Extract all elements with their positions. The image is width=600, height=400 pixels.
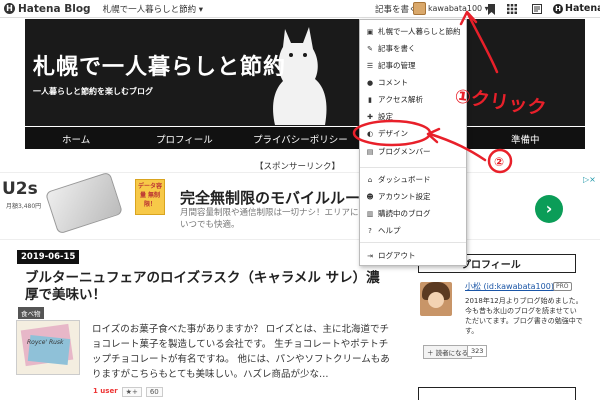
logout-icon: ⇥ — [367, 251, 373, 260]
nav-item-profile[interactable]: プロフィール — [156, 132, 213, 146]
pro-badge: PRO — [553, 282, 572, 291]
menu-item-logout[interactable]: ⇥ ログアウト — [360, 248, 466, 263]
ad-brand: U2s — [2, 179, 38, 199]
menu-label: ブログメンバー — [378, 147, 431, 156]
profile-name-link[interactable]: 小松 (id:kawabata100) — [465, 281, 554, 292]
nav-item-home[interactable]: ホーム — [62, 132, 90, 146]
hatena-blog-logo-text: Hatena Blog — [18, 2, 91, 15]
subscribe-button[interactable]: ＋ 読者になる — [423, 345, 473, 359]
ad-arrow-button[interactable]: › — [535, 195, 563, 223]
menu-label: アカウント設定 — [378, 192, 431, 201]
avatar-face — [428, 292, 444, 308]
menu-label: 記事を書く — [378, 44, 416, 53]
write-icon: ✎ — [367, 44, 373, 53]
menu-item-manage[interactable]: ☰ 記事の管理 — [360, 58, 466, 73]
step2-annotation-text: ② — [494, 155, 504, 169]
comment-icon: ● — [366, 78, 374, 87]
menu-label: ログアウト — [378, 251, 416, 260]
hatena-top-bar: H Hatena Blog 札幌で一人暮らしと節約 ▾ 記事を書く kawaba… — [0, 0, 600, 18]
blog-title[interactable]: 札幌で一人暮らしと節約 — [33, 49, 286, 81]
menu-item-design[interactable]: ◐ デザイン — [360, 126, 466, 141]
menu-item-analytics[interactable]: ▮ アクセス解析 — [360, 92, 466, 107]
user-avatar — [413, 2, 426, 15]
user-name: kawabata100 ▾ — [428, 4, 489, 13]
post-date[interactable]: 2019-06-15 — [17, 250, 80, 264]
post-thumbnail[interactable]: Royce' Rusk — [16, 320, 80, 375]
menu-label: ダッシュボード — [378, 175, 431, 184]
menu-item-dashboard[interactable]: ⌂ ダッシュボード — [360, 172, 466, 187]
menu-label: 購読中のブログ — [378, 209, 431, 218]
step2-circle — [487, 148, 513, 174]
menu-divider — [360, 242, 466, 243]
ad-description: 月間容量制限や通信制限は一切ナシ！エリアに いつでも快適。 — [180, 208, 359, 230]
account-icon: ☻ — [366, 192, 374, 201]
menu-item-comment[interactable]: ● コメント — [360, 75, 466, 90]
hatena-brand-text: Hatena — [565, 3, 600, 14]
menu-label: コメント — [378, 78, 408, 87]
star-count: 60 — [145, 387, 163, 397]
analytics-icon: ▮ — [368, 95, 372, 104]
nav-item-preparing[interactable]: 準備中 — [511, 132, 540, 146]
help-icon: ? — [368, 226, 372, 235]
next-sidebar-module — [418, 387, 576, 400]
blog-subtitle: 一人暮らしと節約を楽しむブログ — [33, 87, 153, 96]
user-menu-button[interactable]: kawabata100 ▾ — [413, 2, 489, 15]
reading-icon: ▥ — [366, 209, 374, 218]
hatena-blog-logo[interactable]: H Hatena Blog — [4, 3, 91, 15]
menu-item-blog[interactable]: ▣ 札幌で一人暮らしと節約 — [360, 24, 466, 39]
menu-item-reading[interactable]: ▥ 購読中のブログ — [360, 206, 466, 221]
menu-item-settings[interactable]: ✚ 設定 — [360, 109, 466, 124]
ad-choices-icon[interactable]: ▷× — [583, 175, 596, 184]
menu-item-account[interactable]: ☻ アカウント設定 — [360, 189, 466, 204]
menu-divider — [360, 167, 466, 168]
thumbnail-text: Royce' Rusk — [27, 339, 64, 346]
settings-icon: ✚ — [367, 112, 373, 121]
notification-icon[interactable] — [530, 2, 544, 16]
blog-header[interactable]: 札幌で一人暮らしと節約 一人暮らしと節約を楽しむブログ — [25, 19, 585, 126]
menu-label: アクセス解析 — [378, 95, 423, 104]
members-icon: ▤ — [366, 147, 374, 156]
ad-banner[interactable]: U2s 月額3,480円 データ容量 無制限！ 完全無制限のモバイルルーター 月… — [0, 171, 600, 240]
post-excerpt: ロイズのお菓子食べた事がありますか？ ロイズとは、主に北海道でチョコレート菓子を… — [92, 324, 390, 380]
ad-router-image — [44, 171, 124, 235]
ad-badge: データ容量 無制限！ — [135, 179, 165, 215]
post-category[interactable]: 食べ物 — [18, 307, 44, 319]
write-article-link[interactable]: 記事を書く — [375, 3, 418, 15]
post-share-row: 1 user ★+ 60 — [93, 387, 163, 397]
nav-item-privacy[interactable]: プライバシーポリシー — [253, 132, 348, 146]
menu-item-help[interactable]: ? ヘルプ — [360, 223, 466, 238]
bookmark-icon[interactable] — [484, 2, 498, 16]
ad-price: 月額3,480円 — [6, 203, 42, 210]
profile-description: 2018年12月よりブログ始めました。 今も昔も氷山のブログを読ませていただいて… — [465, 297, 583, 335]
menu-item-write[interactable]: ✎ 記事を書く — [360, 41, 466, 56]
design-icon: ◐ — [366, 129, 374, 138]
menu-item-members[interactable]: ▤ ブログメンバー — [360, 144, 466, 159]
hatena-logo-icon: H — [4, 3, 15, 14]
manage-icon: ☰ — [366, 61, 374, 70]
menu-label: 記事の管理 — [378, 61, 416, 70]
hatena-brand-icon: H — [553, 3, 563, 14]
blog-switcher[interactable]: 札幌で一人暮らしと節約 ▾ — [103, 3, 203, 15]
menu-label: 札幌で一人暮らしと節約 — [378, 27, 461, 36]
subscriber-count: 323 — [467, 345, 488, 357]
menu-label: デザイン — [378, 129, 408, 138]
menu-label: 設定 — [378, 112, 393, 121]
menu-label: ヘルプ — [378, 226, 401, 235]
blog-icon: ▣ — [366, 27, 374, 36]
hatena-brand-link[interactable]: H Hatena — [553, 3, 600, 14]
global-nav: ホーム プロフィール プライバシーポリシー 準備中 — [25, 127, 585, 149]
dashboard-icon: ⌂ — [367, 175, 373, 184]
grid-icon[interactable] — [505, 2, 519, 16]
bookmark-users-count[interactable]: 1 user — [93, 387, 118, 397]
sponsored-label: 【スポンサーリンク】 — [255, 162, 341, 172]
profile-avatar[interactable] — [420, 282, 452, 316]
star-add-button[interactable]: ★+ — [121, 387, 142, 397]
user-dropdown-menu: ▣ 札幌で一人暮らしと節約 ✎ 記事を書く ☰ 記事の管理 ● コメント ▮ アクセス解析… — [359, 19, 467, 266]
post-title[interactable]: ブルターニュフェアのロイズラスク（キャラメル サレ）濃厚で美味い！ — [25, 270, 385, 304]
